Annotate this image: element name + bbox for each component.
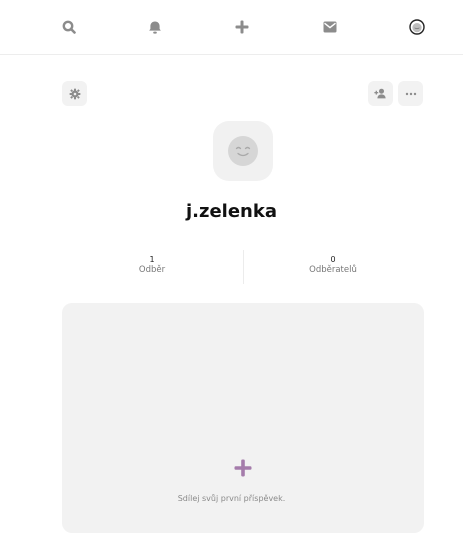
top-navigation [0, 0, 463, 55]
followers-label: Odběratelů [309, 265, 357, 275]
add-user-icon [374, 88, 386, 99]
empty-state-text: Sdílej svůj první příspěvek. [177, 494, 286, 503]
more-options-button[interactable] [398, 81, 423, 106]
add-post-icon [234, 459, 252, 477]
bell-icon [149, 21, 161, 34]
create-post-button[interactable] [231, 16, 253, 38]
add-friend-button[interactable] [368, 81, 393, 106]
notifications-button[interactable] [144, 16, 166, 38]
gear-icon [69, 88, 80, 99]
profile-avatar-icon [409, 19, 425, 35]
following-stat[interactable]: 1 Odběr [62, 254, 242, 276]
plus-icon [235, 20, 249, 34]
messages-button[interactable] [319, 16, 341, 38]
search-button[interactable] [58, 16, 80, 38]
profile-avatar[interactable] [213, 121, 273, 181]
following-label: Odběr [138, 265, 166, 275]
settings-button[interactable] [62, 81, 87, 106]
username: j.zelenka [185, 201, 277, 222]
avatar-placeholder-icon [228, 136, 258, 166]
followers-stat[interactable]: 0 Odběratelů [243, 254, 423, 276]
mail-icon [323, 21, 337, 33]
profile-button[interactable] [406, 16, 428, 38]
search-icon [62, 20, 76, 34]
followers-count: 0 [330, 255, 336, 264]
more-icon [405, 92, 416, 95]
create-first-post-button[interactable] [233, 458, 253, 478]
following-count: 1 [149, 255, 155, 264]
